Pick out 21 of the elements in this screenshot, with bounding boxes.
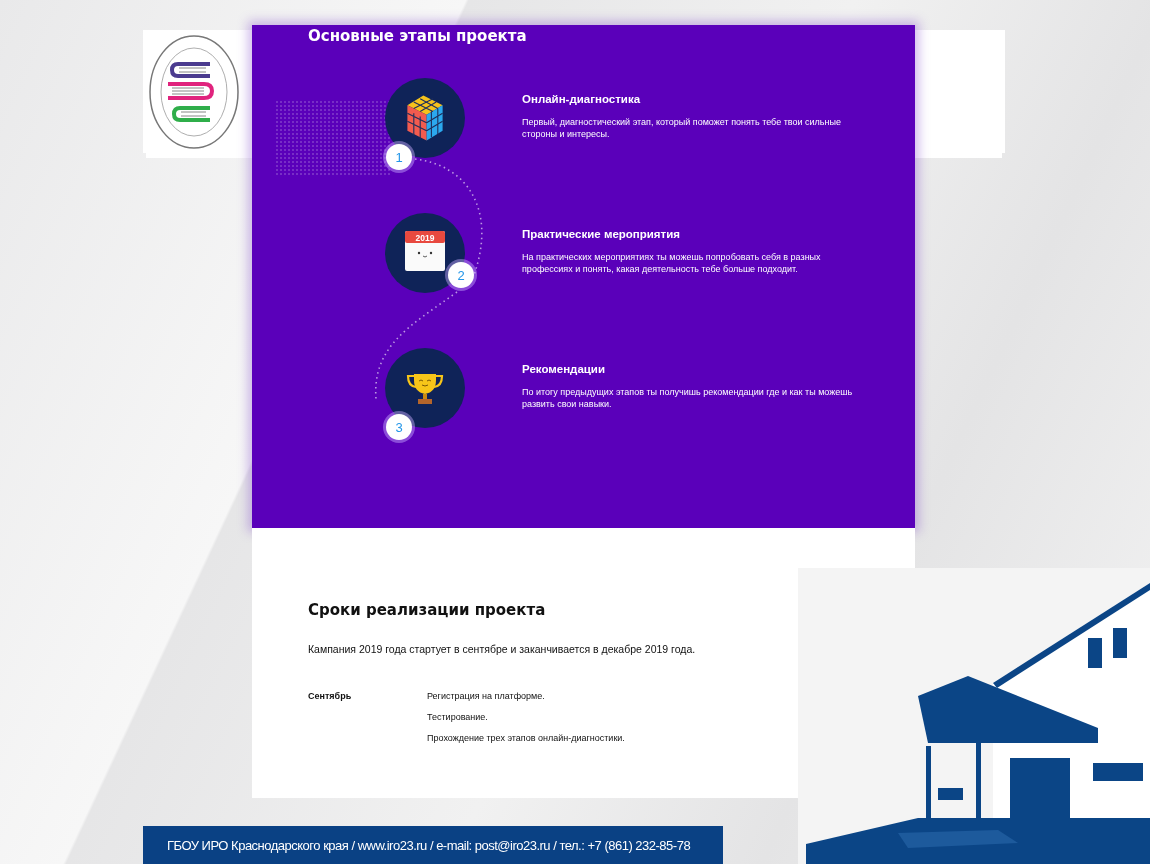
section-title: Основные этапы проекта — [308, 27, 527, 45]
stage-description: Первый, диагностический этап, который поможет понять тебе твои сильные стороны и интересы. — [522, 116, 842, 140]
month-label: Сентябрь — [308, 691, 353, 703]
stage-description: По итогу предыдущих этапов ты получишь рекомендации где и как ты можешь развить свои навыки. — [522, 386, 854, 410]
stage-title: Онлайн-диагностика — [522, 93, 642, 105]
stage-title: Рекомендации — [522, 363, 606, 375]
logo-icon — [148, 33, 240, 150]
section-title: Сроки реализации проекта — [308, 601, 547, 619]
step-number: 2 — [448, 262, 474, 288]
task-text: Прохождение трех этапов онлайн-диагностики. — [427, 733, 625, 743]
step-number: 3 — [386, 414, 412, 440]
task-text: Тестирование. — [427, 712, 489, 722]
intro-text: Кампания 2019 года стартует в сентябре и заканчивается в декабре 2019 года. — [308, 643, 697, 655]
rubiks-cube-icon — [406, 95, 444, 141]
footer-text: ГБОУ ИРО Краснодарского края / www.iro23.ru / e-mail: post@iro23.ru / тел.: +7 (861) 232-85-78 — [167, 837, 691, 853]
trophy-icon — [406, 374, 444, 404]
step-number: 1 — [386, 144, 412, 170]
stage-description: На практических мероприятиях ты можешь попробовать себя в разных профессиях и понять, какая деятельность тебе больше подходит. — [522, 251, 822, 275]
task-text: Регистрация на платформе. — [427, 691, 546, 701]
calendar-icon: 2019 — [405, 231, 445, 271]
stage-title: Практические мероприятия — [522, 228, 681, 240]
